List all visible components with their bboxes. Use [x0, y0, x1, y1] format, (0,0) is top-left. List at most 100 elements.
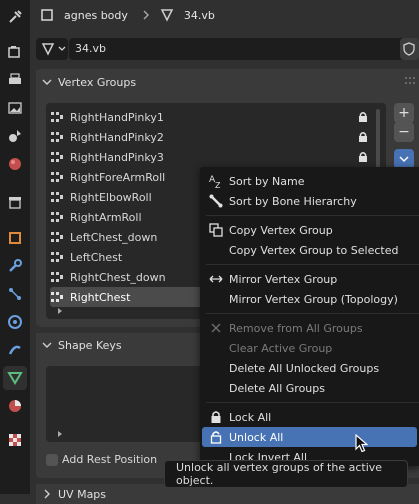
remove-vertex-group-button[interactable]: − — [394, 122, 414, 142]
physics-icon — [7, 314, 23, 330]
list-item[interactable]: RightHandPinky1 — [50, 107, 382, 127]
lock-icon[interactable] — [358, 131, 368, 143]
tool-tab[interactable] — [3, 5, 27, 29]
menu-item-unlock-all[interactable]: Unlock All — [202, 427, 417, 447]
menu-item-lock-all[interactable]: Lock All — [202, 407, 417, 427]
vertex-group-icon — [50, 290, 64, 304]
add-rest-position-label: Add Rest Position — [62, 453, 158, 466]
mesh-browse-button[interactable] — [36, 38, 68, 60]
texture-tab[interactable] — [3, 428, 27, 452]
menu-item-copy-to-selected[interactable]: Copy Vertex Group to Selected — [202, 240, 417, 260]
constraints-tab[interactable] — [3, 338, 27, 362]
vertex-group-icon — [50, 270, 64, 284]
menu-item-mirror-group[interactable]: Mirror Vertex Group — [202, 269, 417, 289]
menu-item-label: Delete All Unlocked Groups — [229, 361, 380, 375]
tool-icon — [7, 9, 23, 25]
fake-user-button[interactable] — [400, 38, 419, 60]
chevron-down-icon — [36, 341, 58, 349]
svg-text:Z: Z — [215, 181, 221, 189]
collection-tab[interactable] — [3, 190, 27, 214]
vertex-groups-header[interactable]: Vertex Groups — [36, 70, 419, 94]
data-tab[interactable] — [3, 366, 27, 390]
list-item[interactable]: RightHandPinky3 — [50, 147, 382, 167]
add-label: + — [398, 105, 410, 121]
menu-item-label: Unlock All — [229, 430, 284, 444]
datablock-row: 34.vb — [30, 36, 419, 62]
modifier-tab[interactable] — [3, 254, 27, 278]
collection-box-icon — [7, 194, 23, 210]
list-item-label: RightArmRoll — [70, 210, 142, 224]
uv-maps-title: UV Maps — [58, 487, 107, 501]
list-item-label: LeftChest_down — [70, 230, 158, 244]
remove-label: − — [398, 124, 410, 140]
x-icon — [202, 320, 229, 336]
menu-item-label: Sort by Name — [229, 174, 305, 188]
unlock-icon — [202, 430, 229, 444]
bone-icon — [202, 193, 229, 209]
mouse-cursor-icon — [355, 434, 368, 453]
object-tab[interactable] — [3, 226, 27, 250]
object-name[interactable]: agnes body — [64, 9, 128, 22]
menu-item-sort-by-bone[interactable]: Sort by Bone Hierarchy — [202, 191, 417, 211]
vertex-group-icon — [50, 130, 64, 144]
vertex-group-specials-menu: AZ Sort by Name Sort by Bone Hierarchy C… — [200, 167, 419, 466]
lock-icon[interactable] — [358, 151, 368, 163]
menu-item-copy-group[interactable]: Copy Vertex Group — [202, 220, 417, 240]
menu-item-delete-unlocked[interactable]: Delete All Unlocked Groups — [202, 358, 417, 378]
properties-tab-strip — [0, 0, 30, 494]
chevron-down-icon — [36, 78, 58, 86]
world-tab[interactable] — [3, 152, 27, 176]
render-tab[interactable] — [3, 40, 27, 64]
mesh-name-value: 34.vb — [75, 42, 106, 55]
menu-item-label: Copy Vertex Group to Selected — [229, 243, 399, 257]
list-item-label: RightChest — [70, 290, 131, 304]
menu-item-mirror-topology[interactable]: Mirror Vertex Group (Topology) — [202, 289, 417, 309]
menu-item-label: Delete All Groups — [229, 381, 325, 395]
menu-separator — [206, 402, 419, 403]
physics-tab[interactable] — [3, 310, 27, 334]
list-item-label: RightHandPinky1 — [70, 110, 164, 124]
view-layer-tab[interactable] — [3, 96, 27, 120]
shield-icon — [402, 42, 416, 56]
list-item-label: RightChest_down — [70, 270, 166, 284]
material-tab[interactable] — [3, 394, 27, 418]
mesh-name-field[interactable]: 34.vb — [69, 38, 405, 60]
shape-keys-title: Shape Keys — [58, 338, 122, 352]
filter-toggle-icon[interactable] — [56, 430, 64, 438]
output-tab[interactable] — [3, 68, 27, 92]
mirror-arrows-icon — [202, 271, 229, 287]
scene-tab[interactable] — [3, 124, 27, 148]
mesh-name[interactable]: 34.vb — [184, 9, 215, 22]
menu-item-clear-active[interactable]: Clear Active Group — [202, 338, 417, 358]
camera-back-icon — [7, 44, 23, 60]
menu-item-sort-by-name[interactable]: AZ Sort by Name — [202, 171, 417, 191]
chevron-down-icon — [58, 46, 66, 52]
add-vertex-group-button[interactable]: + — [394, 103, 414, 123]
vertex-groups-title: Vertex Groups — [58, 75, 137, 89]
list-item-label: RightElbowRoll — [70, 190, 152, 204]
chevron-right-icon — [142, 10, 150, 20]
shape-key-list[interactable] — [46, 366, 204, 442]
add-rest-position-checkbox[interactable] — [46, 454, 58, 466]
particles-tab[interactable] — [3, 282, 27, 306]
object-mode-icon — [40, 8, 54, 22]
scene-icon — [7, 128, 23, 144]
image-icon — [7, 100, 23, 116]
menu-item-delete-all[interactable]: Delete All Groups — [202, 378, 417, 398]
menu-item-label: Remove from All Groups — [229, 321, 363, 335]
vertex-group-icon — [50, 210, 64, 224]
vertex-group-icon — [50, 230, 64, 244]
vertex-group-specials-button[interactable] — [394, 149, 414, 169]
menu-item-label: Lock All — [229, 410, 272, 424]
duplicate-icon — [202, 222, 229, 238]
drag-handle-icon[interactable] — [404, 76, 416, 86]
tooltip-text: Unlock all vertex groups of the active o… — [176, 461, 383, 487]
chevron-down-icon — [399, 155, 409, 163]
constraint-icon — [7, 342, 23, 358]
menu-item-remove-from-all[interactable]: Remove from All Groups — [202, 318, 417, 338]
menu-item-label: Clear Active Group — [229, 341, 333, 355]
lock-icon[interactable] — [358, 111, 368, 123]
list-item[interactable]: RightHandPinky2 — [50, 127, 382, 147]
filter-toggle-icon[interactable] — [56, 307, 64, 315]
chevron-right-icon — [36, 489, 58, 499]
